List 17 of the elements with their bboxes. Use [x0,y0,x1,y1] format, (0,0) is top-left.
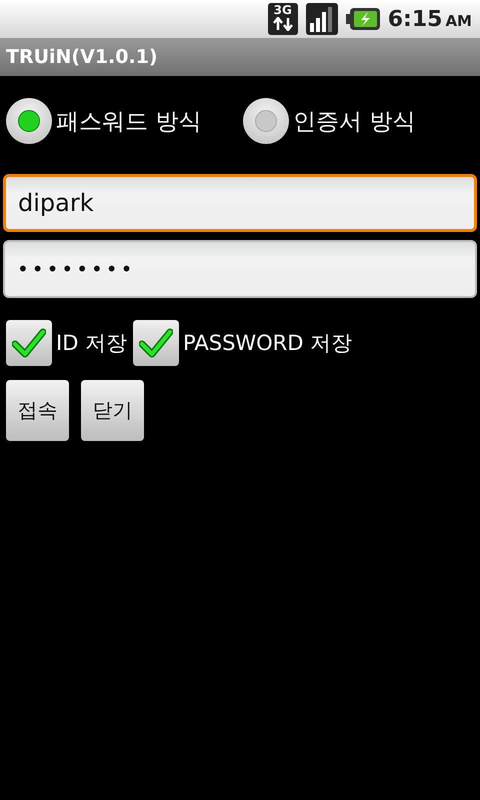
radio-label[interactable]: 패스워드 방식 [56,106,202,136]
radio-button[interactable] [6,98,52,144]
close-button[interactable]: 닫기 [81,380,144,441]
clock: 6:15 AM [388,6,472,32]
checkbox[interactable] [133,320,180,366]
checkbox-label[interactable]: PASSWORD 저장 [183,329,352,357]
password-field[interactable]: •••••••• [3,240,477,298]
checkbox-label[interactable]: ID 저장 [56,329,128,357]
network-3g-icon: 3G [268,3,298,35]
signal-icon [306,3,338,35]
window-title: TRUiN(V1.0.1) [0,38,480,76]
checkbox[interactable] [6,320,52,366]
radio-button[interactable] [243,98,289,144]
username-field[interactable]: dipark [3,174,477,232]
radio-label[interactable]: 인증서 방식 [293,106,416,136]
connect-button[interactable]: 접속 [6,380,69,441]
battery-charging-icon [346,7,380,31]
